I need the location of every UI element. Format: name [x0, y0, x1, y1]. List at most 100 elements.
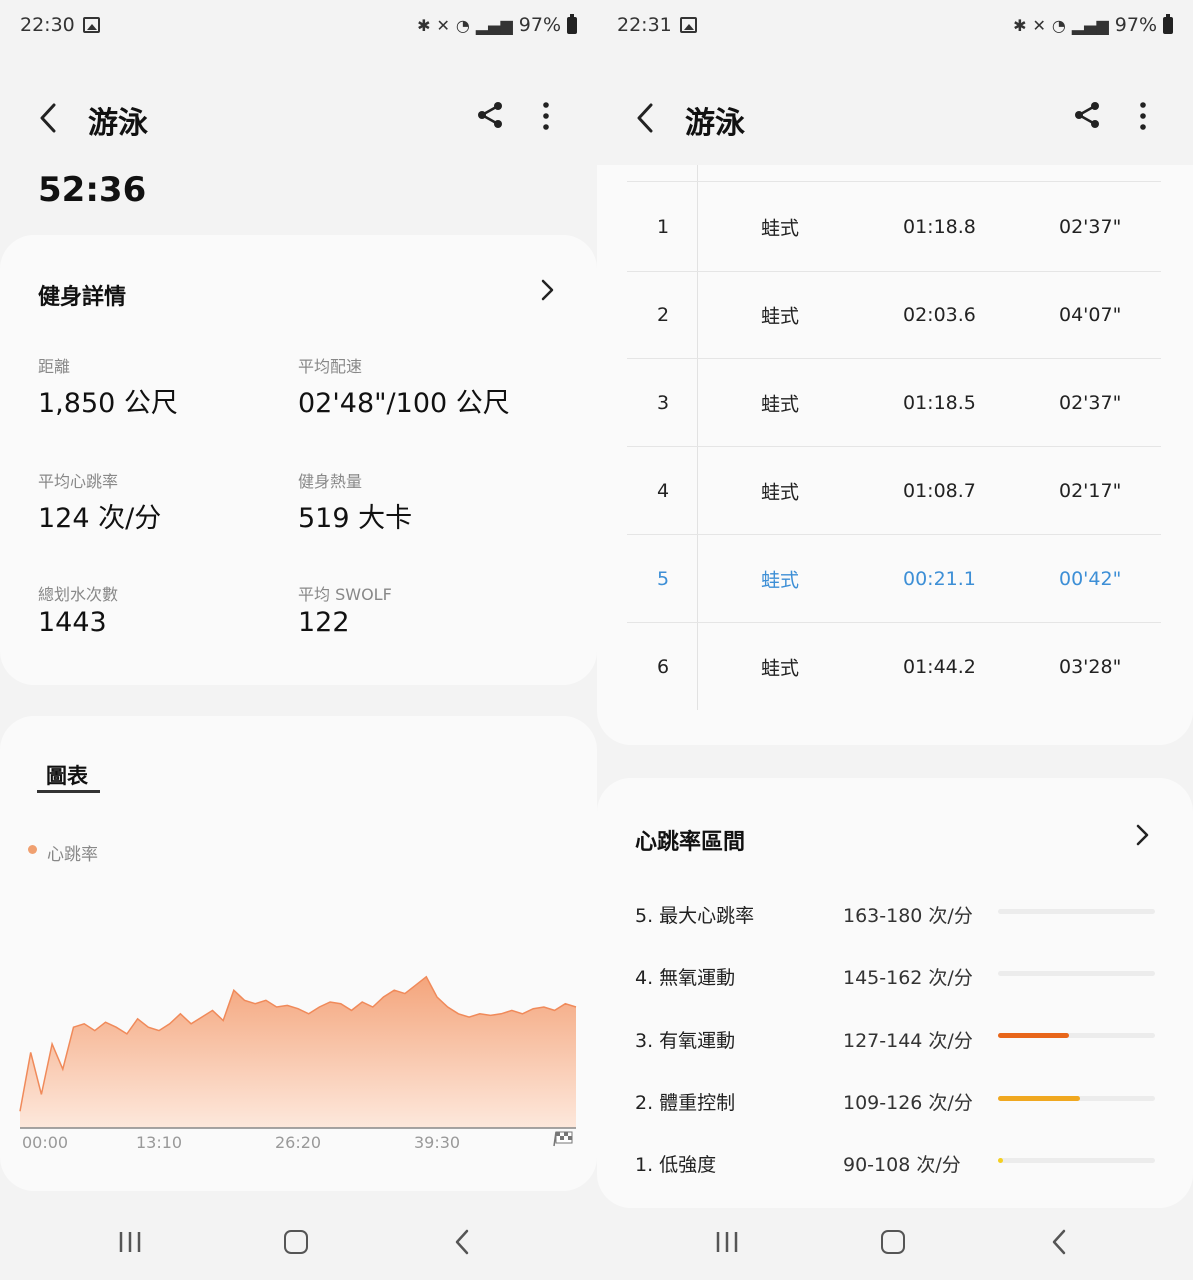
lap-row[interactable]: 2 蛙式 02:03.6 04'07" — [597, 271, 1193, 359]
row-divider — [627, 181, 1161, 182]
battery-icon — [1163, 13, 1173, 34]
lap-stroke: 蛙式 — [761, 217, 800, 240]
stat-value-strokes: 1443 — [38, 607, 107, 638]
lap-row[interactable]: 3 蛙式 01:18.5 02'37" — [597, 359, 1193, 447]
lap-number: 6 — [657, 656, 670, 678]
zone-label: 4. 無氧運動 — [635, 967, 736, 989]
heart-rate-zones-card[interactable]: 心跳率區間 5. 最大心跳率 163-180 次/分 4. 無氧運動 145-1… — [597, 778, 1193, 1208]
mute-icon: ✕ — [436, 15, 450, 35]
home-icon[interactable] — [284, 1230, 308, 1254]
stat-value-avg-hr: 124 次/分 — [38, 503, 162, 534]
lap-number: 2 — [657, 304, 670, 326]
share-icon[interactable] — [1073, 100, 1103, 130]
zone-range: 163-180 次/分 — [843, 905, 973, 927]
stat-label-avg-hr: 平均心跳率 — [38, 472, 119, 491]
nav-back-icon[interactable] — [1049, 1228, 1069, 1256]
right-screen: 22:31 ✱ ✕ ◔ ▂▄▆ 97% 游泳 1 蛙式 01:18.8 02'3… — [597, 0, 1193, 1280]
status-bar: 22:31 ✱ ✕ ◔ ▂▄▆ 97% — [617, 12, 1173, 42]
lap-time: 01:18.5 — [903, 392, 976, 414]
signal-icon: ▂▄▆ — [475, 15, 513, 35]
workout-details-card[interactable]: 健身詳情 距離 1,850 公尺 平均配速 02'48"/100 公尺 平均心跳… — [0, 235, 597, 685]
status-icons: ✱ ✕ ◔ ▂▄▆ 97% — [417, 13, 577, 36]
bluetooth-icon: ✱ — [1013, 15, 1027, 35]
zone-bar-track — [998, 1033, 1155, 1038]
home-icon[interactable] — [881, 1230, 905, 1254]
back-arrow-icon[interactable] — [633, 100, 659, 136]
page-title: 游泳 — [88, 106, 148, 141]
lap-row[interactable]: 6 蛙式 01:44.2 03'28" — [597, 623, 1193, 711]
zone-bar-track — [998, 909, 1155, 914]
status-icons: ✱ ✕ ◔ ▂▄▆ 97% — [1013, 13, 1173, 36]
share-icon[interactable] — [476, 100, 506, 130]
stat-value-swolf: 122 — [298, 607, 350, 638]
app-header: 游泳 — [0, 90, 597, 146]
lap-number: 5 — [657, 568, 670, 590]
zone-bar-fill — [998, 1096, 1080, 1101]
heart-rate-chart: 00:00 13:10 26:20 39:30 — [19, 975, 577, 1150]
chevron-right-icon[interactable] — [538, 277, 556, 303]
gallery-notification-icon — [83, 17, 100, 33]
stat-label-calories: 健身熱量 — [298, 472, 363, 491]
zone-range: 145-162 次/分 — [843, 967, 973, 989]
x-tick-2: 26:20 — [275, 1133, 321, 1150]
status-time: 22:30 — [20, 14, 75, 36]
status-time: 22:31 — [617, 14, 672, 36]
x-tick-0: 00:00 — [22, 1133, 68, 1150]
zone-bar-track — [998, 1158, 1155, 1163]
heart-rate-area — [20, 976, 576, 1128]
back-arrow-icon[interactable] — [36, 100, 62, 136]
stat-label-distance: 距離 — [38, 357, 71, 376]
lap-pace: 04'07" — [1059, 304, 1122, 326]
recent-apps-icon[interactable] — [118, 1230, 142, 1254]
battery-percent: 97% — [518, 14, 561, 36]
recent-apps-icon[interactable] — [715, 1230, 739, 1254]
nav-back-icon[interactable] — [452, 1228, 472, 1256]
lap-row[interactable]: 4 蛙式 01:08.7 02'17" — [597, 447, 1193, 535]
zone-bar-fill — [998, 1033, 1069, 1038]
stat-value-calories: 519 大卡 — [298, 503, 413, 534]
stat-value-avg-pace: 02'48"/100 公尺 — [298, 388, 510, 419]
app-header: 游泳 — [597, 90, 1193, 146]
more-options-icon[interactable] — [536, 100, 556, 132]
zone-range: 109-126 次/分 — [843, 1092, 973, 1114]
lap-pace: 00'42" — [1059, 568, 1122, 590]
stat-label-strokes: 總划水次數 — [38, 585, 119, 604]
lap-pace: 02'37" — [1059, 216, 1122, 238]
details-title: 健身詳情 — [38, 285, 127, 310]
lap-row-selected[interactable]: 5 蛙式 00:21.1 00'42" — [597, 535, 1193, 623]
zone-range: 127-144 次/分 — [843, 1030, 973, 1052]
lap-time: 00:21.1 — [903, 568, 976, 590]
zone-bar-track — [998, 971, 1155, 976]
zone-label: 3. 有氧運動 — [635, 1030, 736, 1052]
battery-percent: 97% — [1114, 14, 1157, 36]
lap-number: 4 — [657, 480, 670, 502]
finish-flag-icon — [553, 1131, 573, 1147]
lap-time: 02:03.6 — [903, 304, 976, 326]
lap-time: 01:44.2 — [903, 656, 976, 678]
system-nav-bar — [0, 1200, 597, 1280]
lap-time: 01:08.7 — [903, 480, 976, 502]
zone-label: 5. 最大心跳率 — [635, 905, 755, 927]
tab-chart[interactable]: 圖表 — [46, 760, 88, 790]
lap-stroke: 蛙式 — [761, 305, 800, 328]
status-bar: 22:30 ✱ ✕ ◔ ▂▄▆ 97% — [20, 12, 577, 42]
lap-pace: 02'37" — [1059, 392, 1122, 414]
legend-heart-rate: 心跳率 — [47, 845, 98, 865]
zones-title: 心跳率區間 — [635, 830, 746, 855]
zone-range: 90-108 次/分 — [843, 1154, 961, 1176]
lap-stroke: 蛙式 — [761, 657, 800, 680]
bluetooth-icon: ✱ — [417, 15, 431, 35]
stat-label-avg-pace: 平均配速 — [298, 357, 363, 376]
x-tick-3: 39:30 — [414, 1133, 460, 1150]
zone-bar-fill — [998, 1158, 1003, 1163]
battery-icon — [567, 13, 577, 34]
tab-underline — [37, 790, 100, 793]
gallery-notification-icon — [680, 17, 697, 33]
lap-stroke: 蛙式 — [761, 393, 800, 416]
more-options-icon[interactable] — [1133, 100, 1153, 132]
signal-icon: ▂▄▆ — [1071, 15, 1109, 35]
stat-label-swolf: 平均 SWOLF — [298, 585, 392, 604]
chevron-right-icon[interactable] — [1133, 822, 1151, 848]
left-screen: 22:30 ✱ ✕ ◔ ▂▄▆ 97% 游泳 52:36 健身詳情 距離 1,8… — [0, 0, 597, 1280]
lap-row[interactable]: 1 蛙式 01:18.8 02'37" — [597, 183, 1193, 271]
